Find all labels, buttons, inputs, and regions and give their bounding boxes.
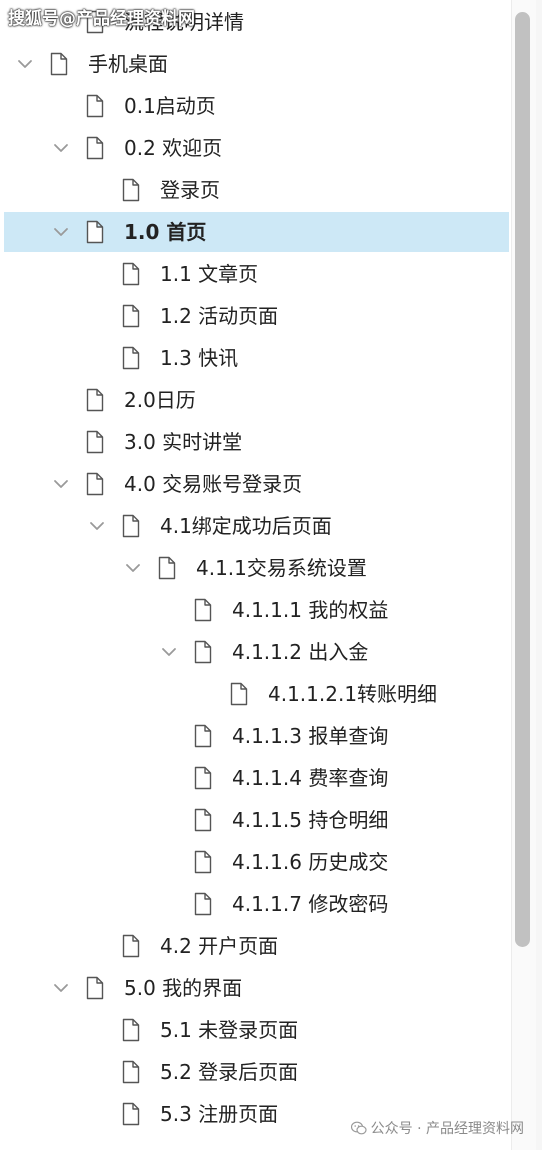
tree-row[interactable]: 4.1.1.4 费率查询 <box>4 758 509 798</box>
chevron-down-icon[interactable] <box>53 980 69 996</box>
tree-row[interactable]: 4.1.1交易系统设置 <box>4 548 509 588</box>
tree-row-label: 5.2 登录后页面 <box>160 1060 299 1084</box>
tree-row-label: 登录页 <box>160 178 220 202</box>
chevron-down-icon[interactable] <box>125 560 141 576</box>
tree-row-label: 4.1.1.6 历史成交 <box>232 850 389 874</box>
tree-row-label: 4.1绑定成功后页面 <box>160 514 332 538</box>
tree-row-label: 4.1.1.7 修改密码 <box>232 892 389 916</box>
tree-row[interactable]: 0.1启动页 <box>4 86 509 126</box>
page-icon <box>122 514 140 538</box>
tree-row-label: 5.0 我的界面 <box>124 976 243 1000</box>
scrollbar-thumb[interactable] <box>515 12 530 947</box>
tree-row[interactable]: 4.1.1.2 出入金 <box>4 632 509 672</box>
tree-row-label: 2.0日历 <box>124 388 196 412</box>
tree-row[interactable]: 登录页 <box>4 170 509 210</box>
tree-row[interactable]: 4.1绑定成功后页面 <box>4 506 509 546</box>
chevron-down-icon[interactable] <box>89 518 105 534</box>
tree-row[interactable]: 4.1.1.2.1转账明细 <box>4 674 509 714</box>
page-icon <box>86 430 104 454</box>
chevron-down-icon[interactable] <box>17 56 33 72</box>
page-icon <box>122 304 140 328</box>
tree-row[interactable]: 1.1 文章页 <box>4 254 509 294</box>
page-icon <box>122 178 140 202</box>
tree-row-label: 4.1.1交易系统设置 <box>196 556 367 580</box>
tree-row-label: 1.0 首页 <box>124 220 207 244</box>
page-icon <box>194 808 212 832</box>
chevron-down-icon[interactable] <box>53 224 69 240</box>
tree-row[interactable]: 4.1.1.1 我的权益 <box>4 590 509 630</box>
tree-row[interactable]: 4.1.1.7 修改密码 <box>4 884 509 924</box>
tree-row-label: 4.2 开户页面 <box>160 934 279 958</box>
page-icon <box>122 934 140 958</box>
tree-row[interactable]: 4.1.1.6 历史成交 <box>4 842 509 882</box>
chevron-down-icon[interactable] <box>161 644 177 660</box>
tree-row-label: 0.2 欢迎页 <box>124 136 223 160</box>
wechat-icon <box>350 1120 367 1135</box>
tree-row[interactable]: 4.2 开户页面 <box>4 926 509 966</box>
tree-row[interactable]: 5.2 登录后页面 <box>4 1052 509 1092</box>
tree-row[interactable]: 4.1.1.3 报单查询 <box>4 716 509 756</box>
tree-row-label: 1.2 活动页面 <box>160 304 279 328</box>
page-icon <box>122 262 140 286</box>
tree-row-label: 4.1.1.4 费率查询 <box>232 766 389 790</box>
page-icon <box>86 472 104 496</box>
page-icon <box>50 52 68 76</box>
tree-row[interactable]: 5.0 我的界面 <box>4 968 509 1008</box>
tree-row[interactable]: 0.2 欢迎页 <box>4 128 509 168</box>
page-icon <box>194 850 212 874</box>
panel-edge <box>536 0 542 1150</box>
tree-row[interactable]: 1.3 快讯 <box>4 338 509 378</box>
page-icon <box>86 976 104 1000</box>
top-watermark: 搜狐号@产品经理资料网 <box>8 9 195 29</box>
tree-row-label: 4.0 交易账号登录页 <box>124 472 303 496</box>
tree-row-label: 0.1启动页 <box>124 94 216 118</box>
page-icon <box>122 1102 140 1126</box>
page-icon <box>122 346 140 370</box>
tree-row-label: 3.0 实时讲堂 <box>124 430 243 454</box>
outline-panel: 流程说明详情 手机桌面 0.1启动页 0.2 欢迎页 登录页 1.0 首页 1.1 文章页 1… <box>0 0 542 1150</box>
tree-row[interactable]: 手机桌面 <box>4 44 509 84</box>
page-icon <box>86 388 104 412</box>
tree-row-label: 5.3 注册页面 <box>160 1102 279 1126</box>
tree-row-label: 1.3 快讯 <box>160 346 239 370</box>
tree-row-label: 手机桌面 <box>88 52 168 76</box>
page-icon <box>194 766 212 790</box>
tree-row-label: 1.1 文章页 <box>160 262 259 286</box>
tree-row-label: 4.1.1.2.1转账明细 <box>268 682 438 706</box>
tree-row[interactable]: 3.0 实时讲堂 <box>4 422 509 462</box>
chevron-down-icon[interactable] <box>53 476 69 492</box>
bottom-watermark: 公众号 · 产品经理资料网 <box>350 1118 524 1140</box>
page-icon <box>194 892 212 916</box>
page-icon <box>86 94 104 118</box>
tree-row[interactable]: 5.1 未登录页面 <box>4 1010 509 1050</box>
tree-row[interactable]: 4.0 交易账号登录页 <box>4 464 509 504</box>
tree-row-label: 4.1.1.2 出入金 <box>232 640 369 664</box>
tree-row[interactable]: 4.1.1.5 持仓明细 <box>4 800 509 840</box>
page-icon <box>158 556 176 580</box>
tree-row-label: 4.1.1.5 持仓明细 <box>232 808 389 832</box>
page-icon <box>122 1018 140 1042</box>
page-icon <box>194 598 212 622</box>
chevron-down-icon[interactable] <box>53 140 69 156</box>
page-icon <box>86 220 104 244</box>
page-icon <box>86 136 104 160</box>
tree-row-label: 4.1.1.3 报单查询 <box>232 724 389 748</box>
page-icon <box>230 682 248 706</box>
page-icon <box>194 640 212 664</box>
bottom-watermark-text: 公众号 · 产品经理资料网 <box>370 1121 524 1137</box>
tree-row-label: 4.1.1.1 我的权益 <box>232 598 389 622</box>
page-icon <box>122 1060 140 1084</box>
tree-row[interactable]: 1.0 首页 <box>4 212 509 252</box>
tree-row[interactable]: 1.2 活动页面 <box>4 296 509 336</box>
page-icon <box>194 724 212 748</box>
tree-row[interactable]: 2.0日历 <box>4 380 509 420</box>
tree-row-label: 5.1 未登录页面 <box>160 1018 299 1042</box>
